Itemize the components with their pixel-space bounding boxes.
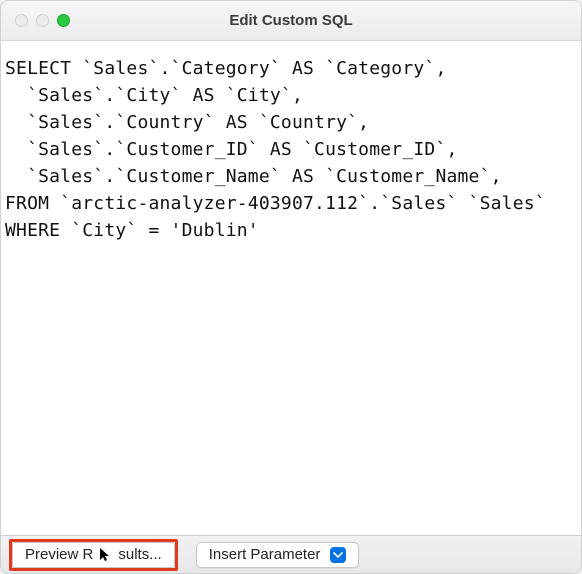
insert-parameter-label: Insert Parameter [209, 546, 321, 563]
chevron-down-icon [330, 547, 346, 563]
close-window-button[interactable] [15, 14, 28, 27]
highlight-annotation: Preview R sults... [9, 539, 178, 571]
window-title: Edit Custom SQL [1, 12, 581, 29]
preview-results-button[interactable]: Preview R sults... [12, 542, 175, 568]
titlebar: Edit Custom SQL [1, 1, 581, 41]
bottom-toolbar: Preview R sults... Insert Parameter [1, 535, 581, 573]
sql-editor[interactable]: SELECT `Sales`.`Category` AS `Category`,… [1, 41, 581, 535]
sql-line: `Sales`.`Customer_ID` AS `Customer_ID`, [5, 139, 458, 160]
sql-line: FROM `arctic-analyzer-403907.112`.`Sales… [5, 193, 546, 214]
sql-line: `Sales`.`Customer_Name` AS `Customer_Nam… [5, 166, 502, 187]
cursor-arrow-icon [100, 548, 111, 562]
preview-results-label-suffix: sults... [118, 546, 161, 563]
minimise-window-button[interactable] [36, 14, 49, 27]
insert-parameter-button[interactable]: Insert Parameter [196, 542, 360, 568]
zoom-window-button[interactable] [57, 14, 70, 27]
dialog-window: Edit Custom SQL SELECT `Sales`.`Category… [0, 0, 582, 574]
sql-line: `Sales`.`City` AS `City`, [5, 85, 303, 106]
sql-line: WHERE `City` = 'Dublin' [5, 220, 259, 241]
sql-line: `Sales`.`Country` AS `Country`, [5, 112, 369, 133]
sql-line: SELECT `Sales`.`Category` AS `Category`, [5, 58, 446, 79]
window-controls [1, 14, 70, 27]
preview-results-label-prefix: Preview R [25, 546, 93, 563]
